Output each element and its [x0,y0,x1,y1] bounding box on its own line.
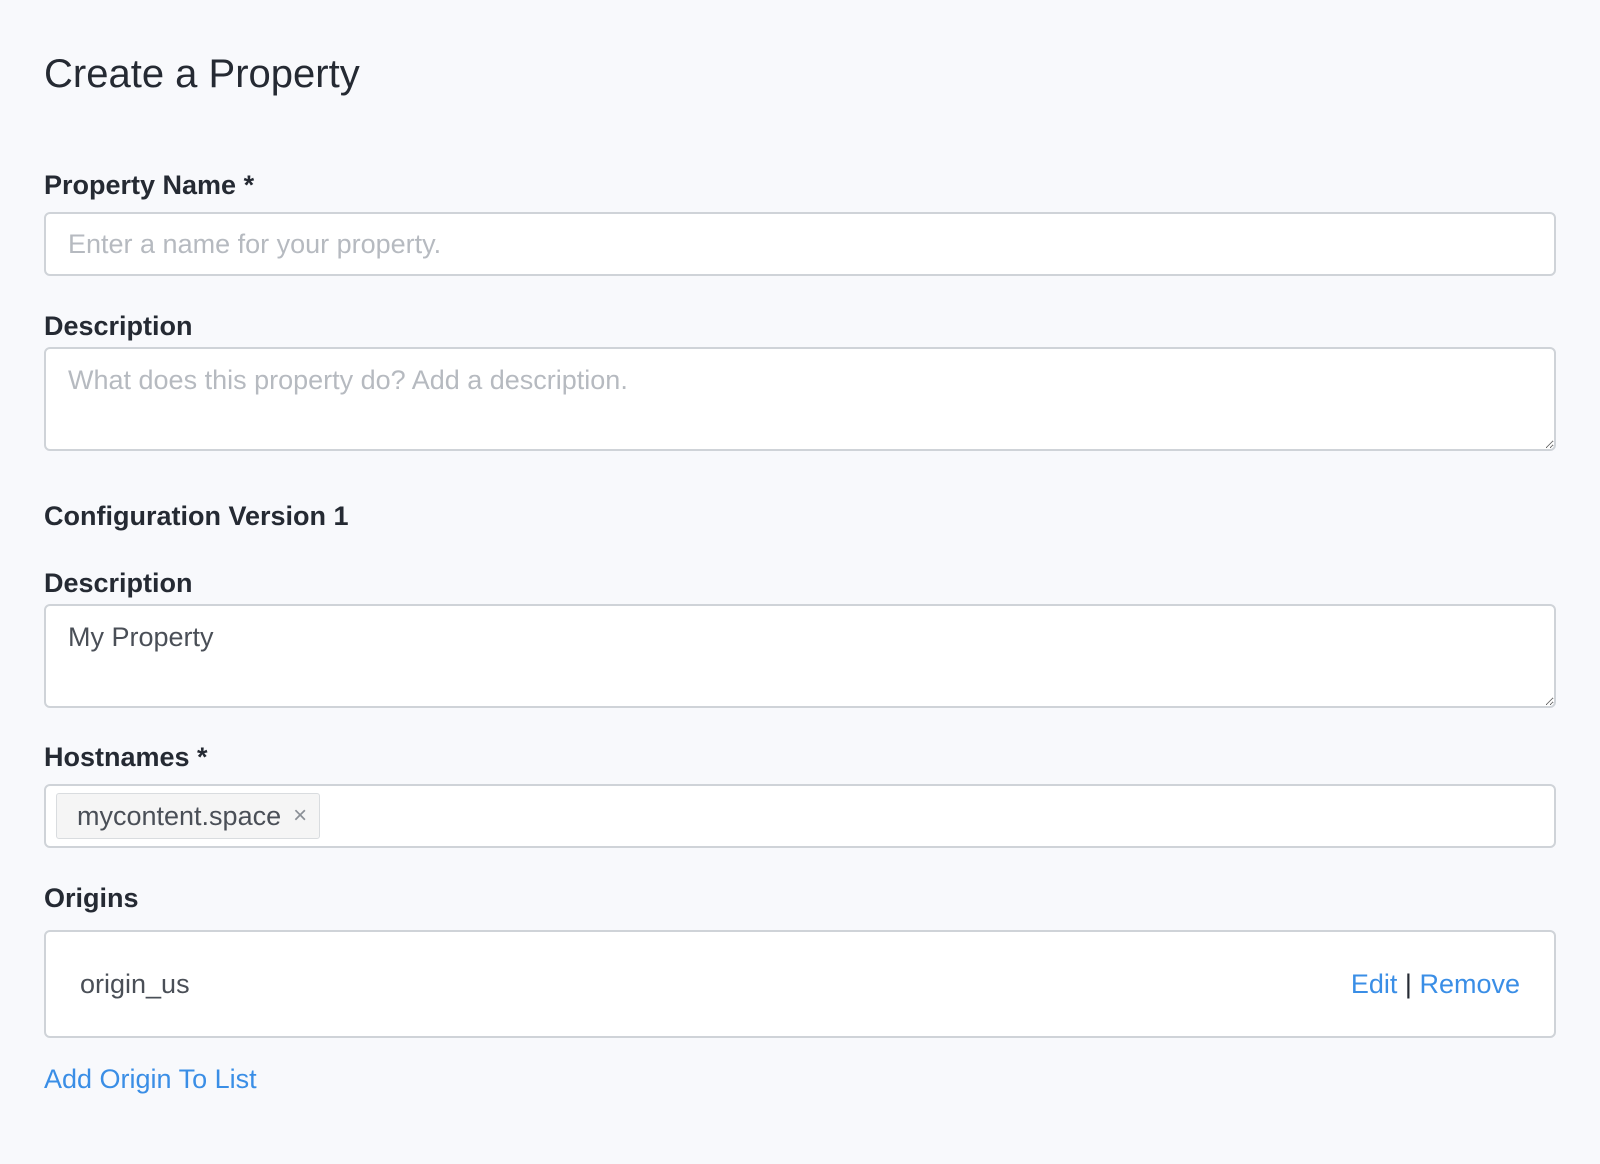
hostnames-label: Hostnames * [44,742,208,772]
page-title: Create a Property [44,52,360,96]
origins-label: Origins [44,883,139,913]
origin-name: origin_us [80,968,190,999]
property-name-input[interactable] [44,212,1556,276]
configuration-description-label: Description [44,568,193,598]
add-origin-link[interactable]: Add Origin To List [44,1062,257,1096]
edit-origin-link[interactable]: Edit [1351,969,1398,999]
property-description-textarea[interactable] [44,347,1556,451]
origins-list: origin_us Edit | Remove [44,930,1556,1038]
close-icon[interactable]: × [293,804,307,828]
hostname-tag-label: mycontent.space [77,800,282,831]
configuration-version-heading: Configuration Version 1 [44,501,349,531]
hostname-tag: mycontent.space × [56,793,321,839]
remove-origin-link[interactable]: Remove [1419,969,1520,999]
property-name-label: Property Name * [44,170,255,200]
configuration-description-textarea[interactable]: My Property [44,604,1556,708]
origin-actions: Edit | Remove [1351,969,1520,1000]
property-description-label: Description [44,311,193,341]
hostnames-input[interactable]: mycontent.space × [44,784,1556,848]
action-separator: | [1404,968,1412,999]
